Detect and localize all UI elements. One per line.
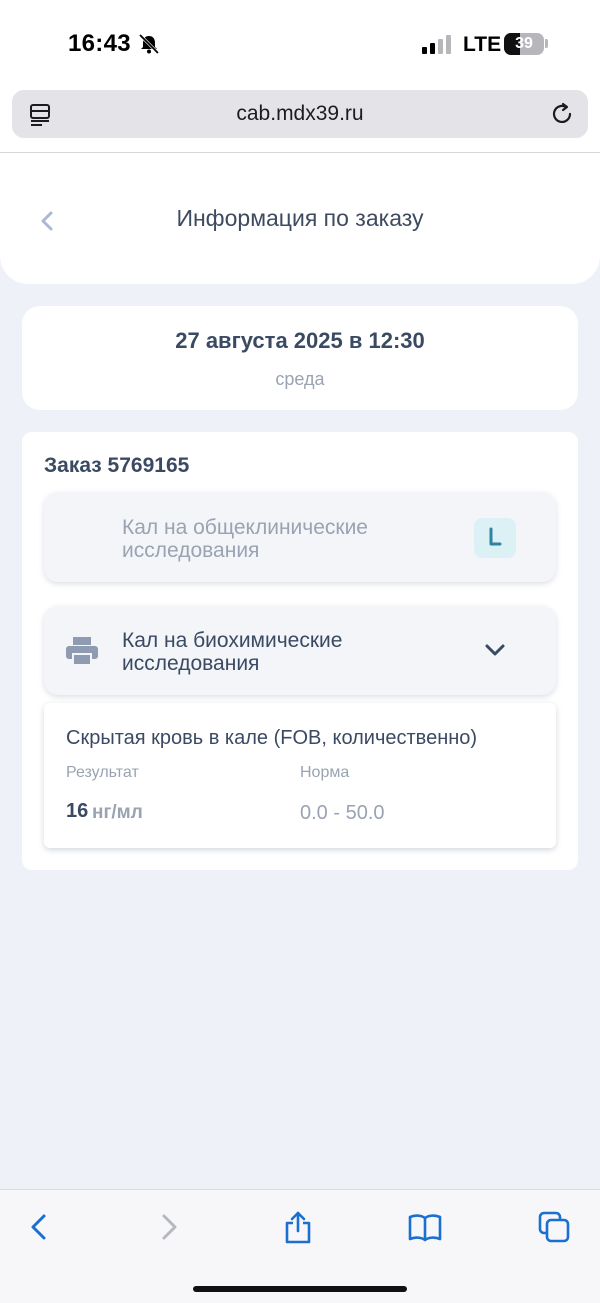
- home-indicator: [193, 1286, 407, 1292]
- order-weekday: среда: [275, 369, 325, 389]
- share-icon[interactable]: [281, 1210, 315, 1244]
- reload-icon[interactable]: [550, 102, 574, 126]
- network-label: LTE: [463, 33, 502, 56]
- printer-icon[interactable]: [64, 636, 100, 666]
- battery-percent: 39: [515, 35, 533, 52]
- result-unit: нг/мл: [92, 802, 143, 823]
- browser-toolbar: [0, 1189, 600, 1303]
- result-label: Результат: [66, 764, 139, 781]
- page-title: Информация по заказу: [176, 205, 424, 231]
- pending-status-badge: [474, 518, 516, 558]
- status-time: 16:43: [68, 30, 131, 57]
- signal-icon: [422, 35, 451, 54]
- tabs-icon[interactable]: [537, 1210, 571, 1244]
- bookmarks-icon[interactable]: [408, 1210, 442, 1244]
- browser-address-area: cab.mdx39.ru: [0, 88, 600, 152]
- test-item-biochemical[interactable]: Кал на биохимические исследования: [44, 606, 556, 695]
- clock-icon: [489, 527, 502, 546]
- page-header: Информация по заказу: [0, 153, 600, 284]
- analyte-name: Скрытая кровь в кале (FOB, количественно…: [66, 727, 478, 749]
- norm-label: Норма: [300, 764, 350, 781]
- forward-icon[interactable]: [152, 1210, 186, 1244]
- battery-icon: 39: [504, 33, 544, 55]
- chevron-down-icon[interactable]: [484, 642, 506, 658]
- status-bar: 16:43 LTE 39: [0, 0, 600, 88]
- url-text[interactable]: cab.mdx39.ru: [12, 90, 588, 138]
- order-card: Заказ 5769165 Кал на общеклинические исс…: [22, 432, 578, 870]
- test-item-clinical[interactable]: Кал на общеклинические исследования: [44, 492, 556, 582]
- battery-cap: [545, 39, 548, 48]
- result-value: 16: [66, 800, 89, 822]
- back-icon[interactable]: [22, 1210, 56, 1244]
- order-title: Заказ 5769165: [44, 454, 190, 477]
- test-name: Кал на общеклинические исследования: [122, 516, 368, 562]
- order-date-card: 27 августа 2025 в 12:30 среда: [22, 306, 578, 410]
- order-datetime: 27 августа 2025 в 12:30: [175, 328, 425, 353]
- test-name: Кал на биохимические исследования: [122, 629, 343, 675]
- reference-range: 0.0 - 50.0: [300, 802, 385, 824]
- bell-muted-icon: [138, 34, 160, 54]
- address-bar[interactable]: cab.mdx39.ru: [12, 90, 588, 138]
- result-panel: Скрытая кровь в кале (FOB, количественно…: [44, 703, 556, 848]
